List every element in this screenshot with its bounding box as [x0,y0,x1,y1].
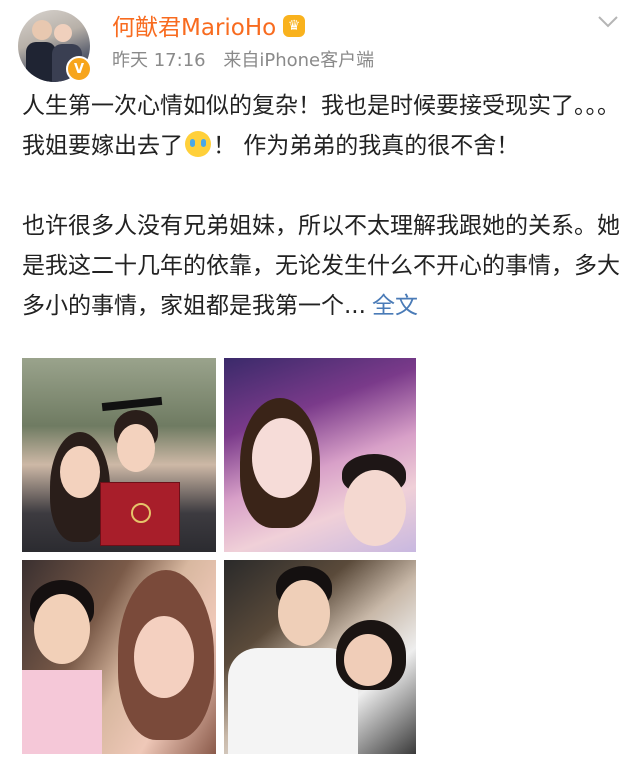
verified-v-icon: V [66,56,92,82]
photo-selfie[interactable] [224,358,416,552]
photo-face [344,470,406,546]
crown-badge-icon[interactable]: ♛ [283,15,305,37]
post-source: 来自iPhone客户端 [223,50,375,71]
photo-face [344,634,392,686]
photo-face [117,424,155,472]
full-text-link[interactable]: 全文 [372,293,418,319]
post-text: ！ 作为弟弟的我真的很不舍！ [213,133,520,159]
photo-face [278,580,330,646]
post-text: 也许很多人没有兄弟姐妹，所以不太理解我跟她的关系。她是我这二十几年的依靠，无论发… [22,213,620,319]
photo-throwback[interactable] [22,560,216,754]
post-time: 昨天 17:16 [112,50,206,71]
graduation-cap [101,396,163,412]
photo-face [252,418,312,498]
crying-face-emoji-icon [185,131,211,157]
post-body: 人生第一次心情如似的复杂！我也是时候要接受现实了。。。我姐要嫁出去了！ 作为弟弟… [22,86,622,326]
username[interactable]: 何猷君MarioHo [112,14,276,42]
avatar-face [54,24,72,42]
avatar-face [32,20,52,40]
diploma-seal [131,503,151,523]
chevron-down-icon[interactable] [596,12,620,32]
photo-face [34,594,90,664]
post-paragraph: 人生第一次心情如似的复杂！我也是时候要接受现实了。。。我姐要嫁出去了！ 作为弟弟… [22,86,622,166]
photo-jersey[interactable] [224,560,416,754]
diploma [100,482,180,546]
post-meta: 昨天 17:16 来自iPhone客户端 [112,49,374,73]
photo-graduation[interactable] [22,358,216,552]
photo-face [134,616,194,698]
photo-face [60,446,100,498]
photo-shirt [22,670,102,754]
post-paragraph: 也许很多人没有兄弟姐妹，所以不太理解我跟她的关系。她是我这二十几年的依靠，无论发… [22,206,622,326]
